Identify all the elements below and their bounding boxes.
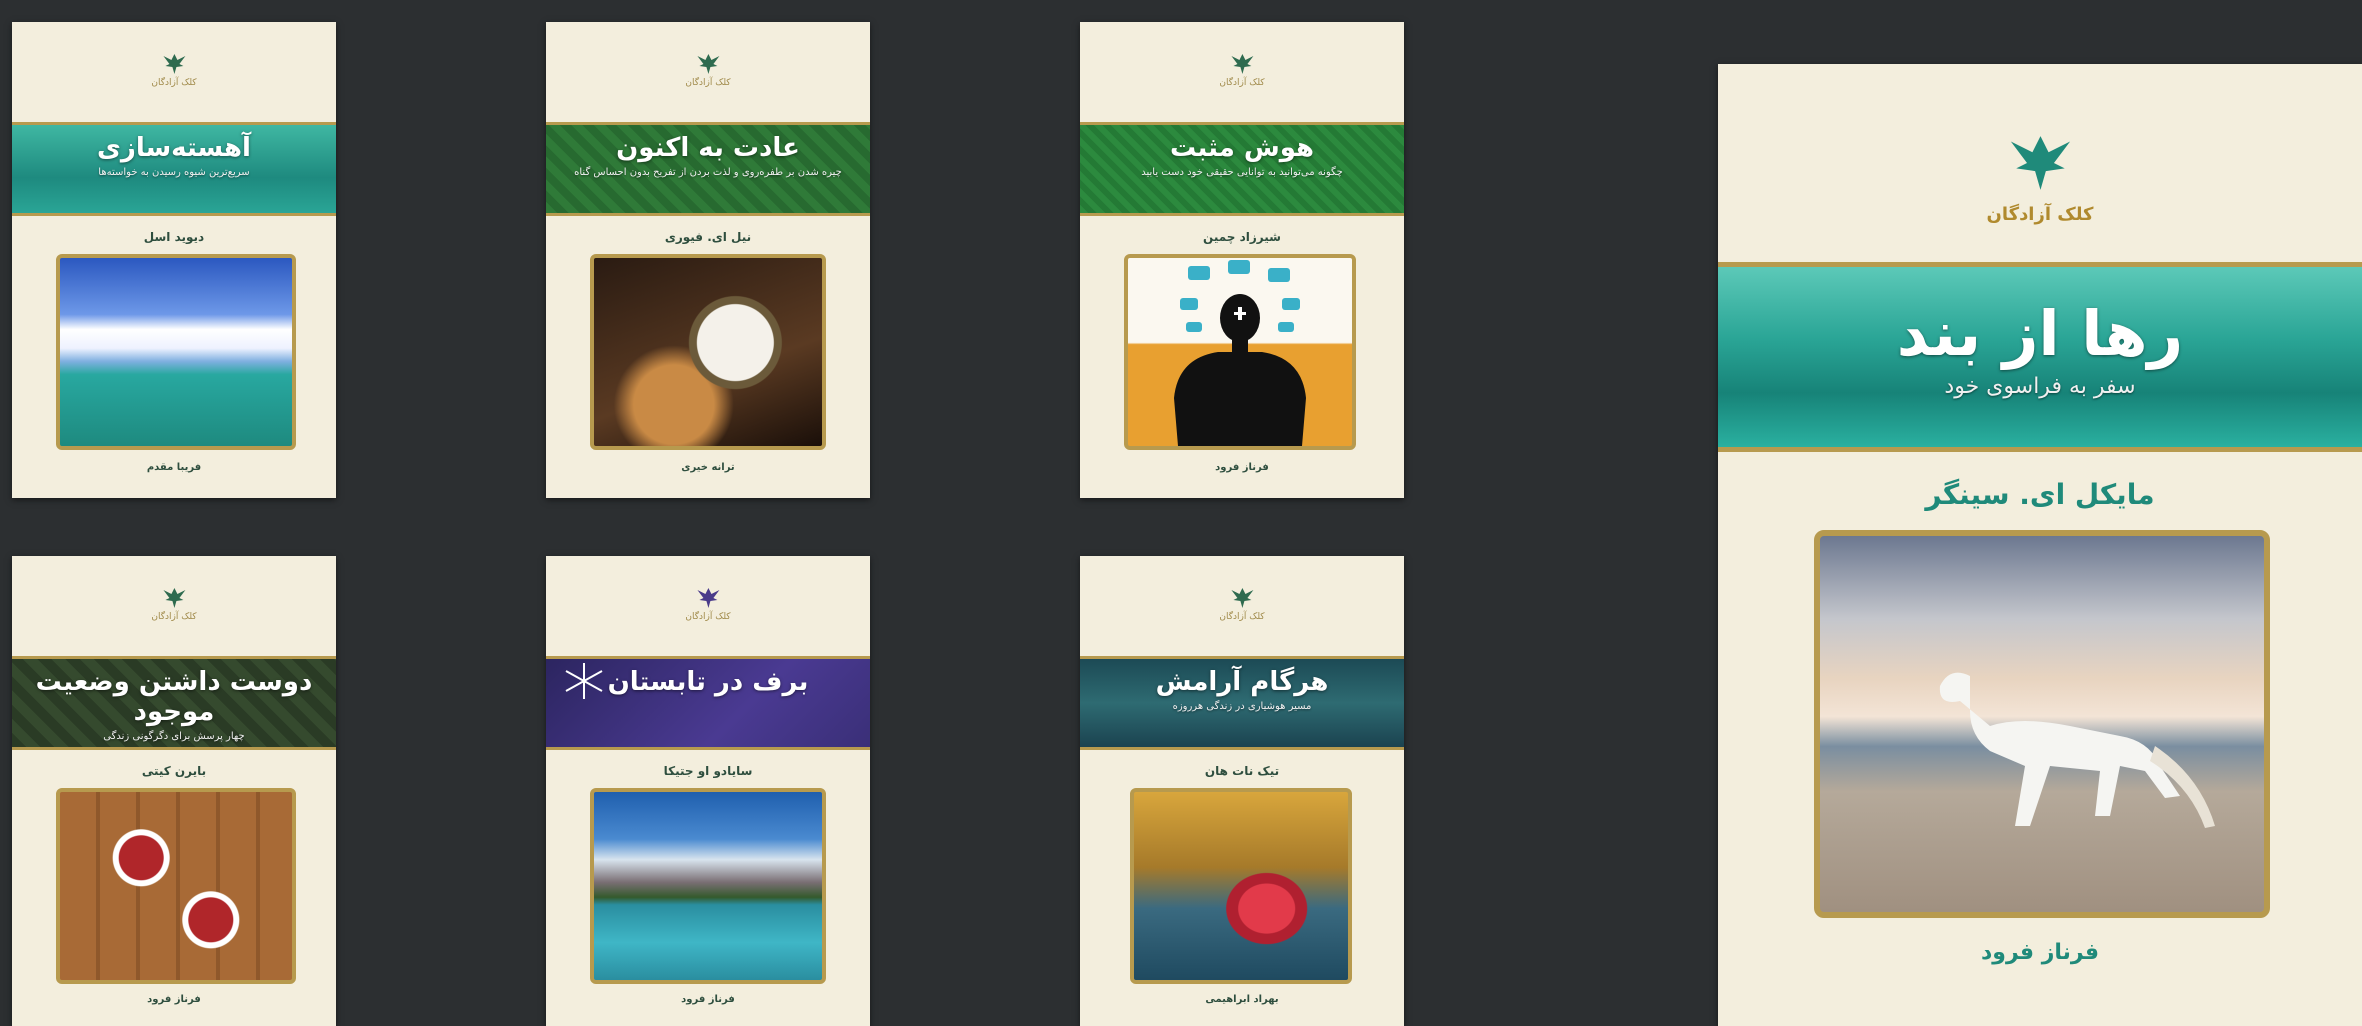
publisher-name: کلک آزادگان [685,78,731,88]
title-band: برف در تابستان [546,656,870,750]
book-author: دیوید اسل [143,230,205,244]
book-author: تیک نات هان [1204,764,1280,778]
publisher-logo: کلک آزادگان [1986,128,2094,225]
bird-emblem-icon [162,588,185,608]
book-subtitle: سریع‌ترین شیوه رسیدن به خواسته‌ها [98,167,250,178]
book-title: هرگام آرامش [1155,667,1329,697]
bird-emblem-icon [696,54,719,74]
publisher-name: کلک آزادگان [151,78,197,88]
book-translator: بهراد ابراهیمی [1205,994,1279,1005]
cover-image-white-horse [1814,530,2270,918]
publisher-logo: کلک آزادگان [685,586,731,622]
title-band: دوست داشتن وضعیت موجود چهار پرسش برای دگ… [12,656,336,750]
book-subtitle: سفر به فراسوی خود [1944,374,2136,399]
book-subtitle: چیره شدن بر طفره‌روی و لذت بردن از تفریح… [574,167,842,178]
book-author: شیرزاد چمین [1203,230,1281,244]
bird-emblem-icon [2010,136,2070,190]
book-translator: فرناز فرود [1981,940,2099,965]
title-band: هوش مثبت چگونه می‌توانید به توانایی حقیق… [1080,122,1404,216]
cover-image-tea-cups [56,788,296,984]
book-translator: فرناز فرود [1215,462,1269,473]
publisher-logo: کلک آزادگان [151,586,197,622]
book-cover-habit-of-now[interactable]: کلک آزادگان عادت به اکنون چیره شدن بر طف… [546,22,870,498]
book-author: مایکل ای. سینگر [1925,478,2155,511]
publisher-logo: کلک آزادگان [1219,586,1265,622]
book-translator: فرناز فرود [147,994,201,1005]
cover-image-pocket-watch [590,254,826,450]
bird-emblem-icon [696,588,719,608]
horse-icon [1939,672,2215,828]
publisher-name: کلک آزادگان [1219,78,1265,88]
book-translator: ترانه خیری [681,462,735,473]
title-band: آهسته‌سازی سریع‌ترین شیوه رسیدن به خواست… [12,122,336,216]
book-title: آهسته‌سازی [97,133,251,163]
title-band: رها از بند سفر به فراسوی خود [1718,262,2362,452]
book-cover-positive-intelligence[interactable]: کلک آزادگان هوش مثبت چگونه می‌توانید به … [1080,22,1404,498]
title-band: عادت به اکنون چیره شدن بر طفره‌روی و لذت… [546,122,870,216]
book-subtitle: چگونه می‌توانید به توانایی حقیقی خود دست… [1141,167,1343,178]
publisher-name: کلک آزادگان [151,612,197,622]
book-title: رها از بند [1896,297,2184,370]
book-title: دوست داشتن وضعیت موجود [35,667,313,727]
cover-image-silhouette [1124,254,1356,450]
book-title: هوش مثبت [1169,133,1315,163]
book-translator: فریبا مقدم [146,462,202,473]
book-subtitle: چهار پرسش برای دگرگونی زندگی [103,731,245,742]
book-translator: فرناز فرود [681,994,735,1005]
publisher-name: کلک آزادگان [1986,204,2094,225]
bird-emblem-icon [162,54,185,74]
cover-image-lotus [1130,788,1352,984]
book-author: بایرن کیتی [141,764,207,778]
cover-image-mountain-lake [590,788,826,984]
book-subtitle: مسیر هوشیاری در زندگی هرروزه [1172,701,1312,712]
publisher-name: کلک آزادگان [1219,612,1265,622]
book-author: نیل ای. فیوری [664,230,752,244]
book-cover-peace-in-every-step[interactable]: کلک آزادگان هرگام آرامش مسیر هوشیاری در … [1080,556,1404,1026]
book-author: سایادو او جتیکا [663,764,753,778]
title-band: هرگام آرامش مسیر هوشیاری در زندگی هرروزه [1080,656,1404,750]
book-cover-snow-in-summer[interactable]: کلک آزادگان برف در تابستان سایادو او جتی… [546,556,870,1026]
bird-emblem-icon [1230,54,1253,74]
publisher-name: کلک آزادگان [685,612,731,622]
publisher-logo: کلک آزادگان [1219,52,1265,88]
head-silhouette-icon [1174,260,1306,446]
book-cover-slowing-down[interactable]: کلک آزادگان آهسته‌سازی سریع‌ترین شیوه رس… [12,22,336,498]
book-cover-loving-what-is[interactable]: کلک آزادگان دوست داشتن وضعیت موجود چهار … [12,556,336,1026]
snowflake-icon [565,663,603,699]
bird-emblem-icon [1230,588,1253,608]
cover-image-sky-sea [56,254,296,450]
publisher-logo: کلک آزادگان [685,52,731,88]
featured-book-cover[interactable]: کلک آزادگان رها از بند سفر به فراسوی خود… [1718,64,2362,1026]
book-title: عادت به اکنون [616,133,800,163]
publisher-logo: کلک آزادگان [151,52,197,88]
